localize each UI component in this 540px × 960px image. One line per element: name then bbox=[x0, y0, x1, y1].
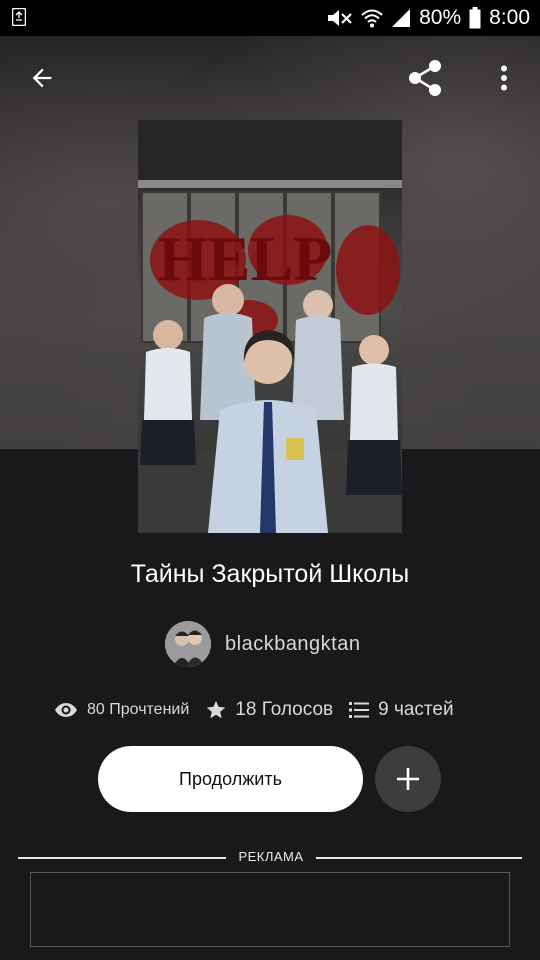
add-to-library-button[interactable] bbox=[375, 746, 441, 812]
avatar-image bbox=[165, 621, 211, 667]
story-stats: 80 Прочтений 18 Голосов 9 частей bbox=[54, 693, 454, 727]
share-button[interactable] bbox=[403, 56, 447, 100]
arrow-left-icon bbox=[32, 68, 52, 88]
reads-stat: 80 Прочтений bbox=[54, 698, 189, 722]
ad-container[interactable] bbox=[30, 872, 510, 947]
continue-reading-button[interactable]: Продолжить bbox=[98, 746, 363, 812]
eye-icon bbox=[55, 703, 77, 717]
parts-count: 9 частей bbox=[378, 699, 454, 720]
back-button[interactable] bbox=[20, 56, 64, 100]
clock: 8:00 bbox=[489, 6, 530, 29]
ad-divider-left bbox=[18, 857, 226, 859]
continue-label: Продолжить bbox=[179, 768, 282, 789]
ad-label: РЕКЛАМА bbox=[238, 849, 304, 864]
votes-count: 18 Голосов bbox=[235, 699, 334, 720]
plus-icon bbox=[397, 768, 419, 790]
mute-icon bbox=[328, 10, 352, 26]
cover-image: HELP bbox=[138, 120, 402, 533]
more-options-button[interactable] bbox=[482, 56, 526, 100]
cover-text: HELP bbox=[158, 223, 332, 294]
status-bar: 80% 8:00 bbox=[0, 0, 540, 36]
recycle-icon bbox=[12, 8, 26, 26]
list-icon bbox=[349, 702, 370, 718]
ad-divider-right bbox=[316, 857, 522, 859]
battery-icon bbox=[469, 7, 481, 29]
share-icon bbox=[409, 60, 441, 96]
signal-icon bbox=[392, 9, 411, 27]
votes-stat: 18 Голосов bbox=[205, 699, 333, 721]
story-cover[interactable]: HELP bbox=[138, 120, 402, 533]
star-icon bbox=[207, 700, 226, 719]
status-icons: 80% 8:00 bbox=[325, 0, 530, 36]
author-avatar bbox=[165, 621, 211, 667]
author-link[interactable]: blackbangktan bbox=[165, 621, 360, 667]
more-vertical-icon bbox=[501, 65, 507, 91]
author-name: blackbangktan bbox=[225, 632, 361, 655]
parts-stat: 9 частей bbox=[349, 699, 454, 721]
story-title: Тайны Закрытой Школы bbox=[130, 560, 410, 588]
battery-percent: 80% bbox=[419, 6, 462, 29]
wifi-icon bbox=[361, 9, 383, 28]
reads-count: 80 Прочтений bbox=[87, 701, 190, 718]
